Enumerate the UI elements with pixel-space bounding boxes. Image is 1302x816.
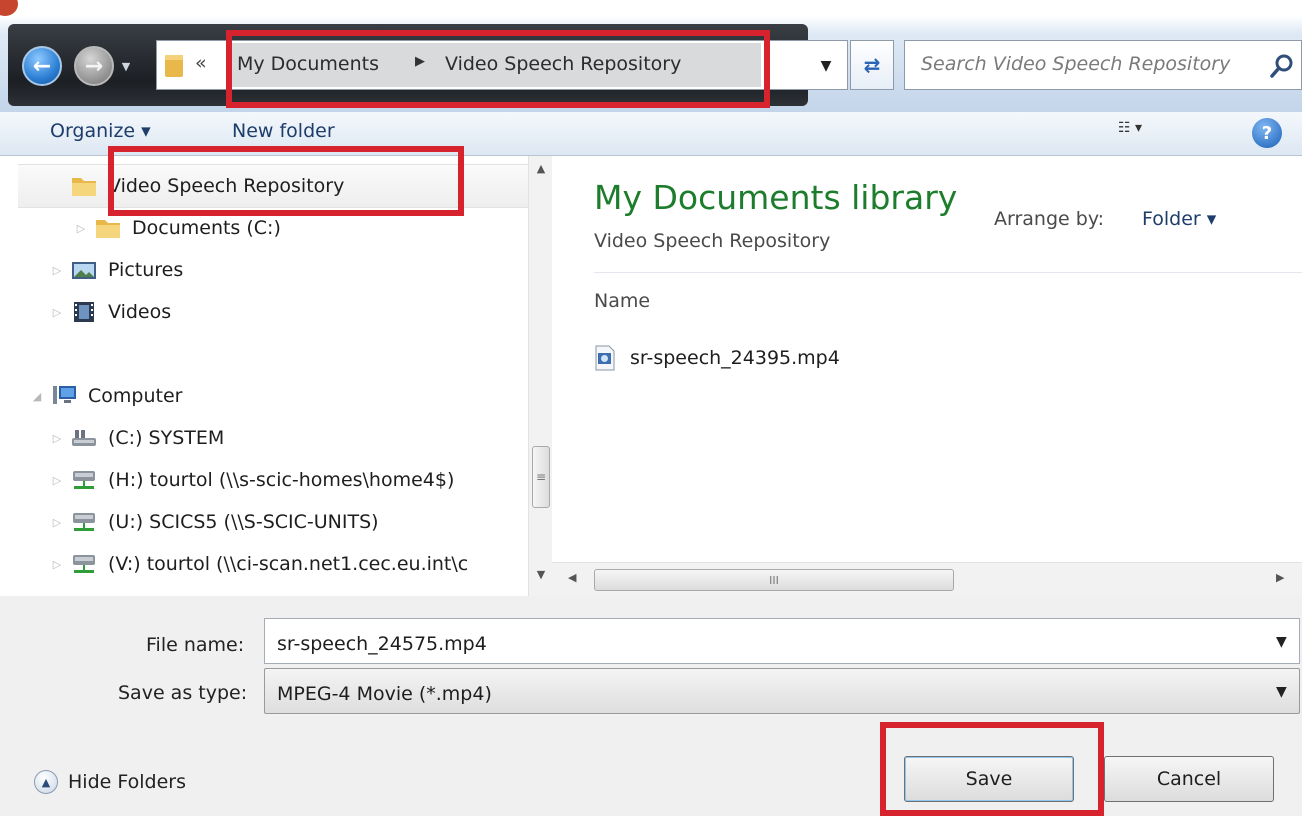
nav-item-label: Videos [108, 301, 172, 323]
nav-item-label: (V:) tourtol (\\ci-scan.net1.cec.eu.int\… [108, 553, 469, 575]
arrange-by-dropdown[interactable]: Folder ▾ [1142, 208, 1216, 230]
network-drive-icon [73, 471, 95, 489]
folder-icon [72, 178, 96, 196]
expander-icon[interactable]: ▷ [74, 222, 88, 235]
folder-icon [165, 55, 183, 77]
scroll-left-icon[interactable]: ◀ [568, 571, 576, 584]
forward-button[interactable]: → [74, 46, 114, 86]
save-as-type-select[interactable]: MPEG-4 Movie (*.mp4) [264, 668, 1300, 714]
computer-icon [53, 386, 76, 404]
chevron-down-icon[interactable]: ▼ [1276, 634, 1287, 650]
search-input[interactable]: Search Video Speech Repository [904, 40, 1302, 90]
expander-icon[interactable]: ▷ [50, 264, 64, 277]
column-header-name[interactable]: Name [594, 290, 650, 312]
recent-pages-dropdown[interactable]: ▼ [118, 58, 134, 74]
video-file-icon [595, 345, 615, 371]
breadcrumb-my-documents[interactable]: My Documents [237, 53, 379, 75]
chevron-down-icon[interactable]: ▼ [1276, 684, 1287, 700]
scrollbar-thumb[interactable]: III [594, 569, 954, 591]
new-folder-button[interactable]: New folder [232, 120, 335, 142]
scroll-up-icon[interactable]: ▲ [529, 162, 553, 182]
file-list-pane: My Documents library Video Speech Reposi… [552, 156, 1302, 562]
file-name: sr-speech_24395.mp4 [630, 347, 840, 369]
library-title: My Documents library [594, 178, 958, 217]
scroll-down-icon[interactable]: ▼ [529, 568, 553, 588]
forward-arrow-icon: → [84, 53, 104, 79]
nav-item-label: (U:) SCICS5 (\\S-SCIC-UNITS) [108, 511, 379, 533]
refresh-button[interactable]: ⇄ [850, 40, 894, 90]
scrollbar-thumb[interactable]: ≡ [532, 446, 550, 508]
save-button[interactable]: Save [904, 756, 1074, 802]
nav-item-label: Documents (C:) [132, 217, 281, 239]
nav-item-v-drive[interactable]: ▷ (V:) tourtol (\\ci-scan.net1.cec.eu.in… [50, 546, 468, 582]
address-dropdown-button[interactable]: ▼ [812, 54, 840, 78]
pictures-icon [72, 262, 96, 279]
refresh-icon: ⇄ [863, 53, 881, 77]
address-overflow-button[interactable]: « [195, 52, 207, 74]
arrange-by-label: Arrange by: [994, 208, 1105, 230]
expander-icon[interactable]: ◢ [30, 390, 44, 403]
network-drive-icon [73, 555, 95, 573]
help-button[interactable]: ? [1252, 118, 1282, 148]
hide-folders-label: Hide Folders [68, 771, 186, 793]
back-button[interactable]: ← [22, 46, 62, 86]
scroll-right-icon[interactable]: ▶ [1276, 571, 1284, 584]
file-name-label: File name: [146, 634, 245, 656]
file-name-field[interactable]: sr-speech_24575.mp4 [264, 618, 1300, 664]
hide-folders-button[interactable]: ▲ Hide Folders [34, 770, 186, 794]
nav-item-c-system[interactable]: ▷ (C:) SYSTEM [50, 420, 225, 456]
nav-item-videos[interactable]: ▷ Videos [50, 294, 171, 330]
nav-item-u-drive[interactable]: ▷ (U:) SCICS5 (\\S-SCIC-UNITS) [50, 504, 379, 540]
address-bar[interactable]: « My Documents ▶ Video Speech Repository [156, 40, 848, 90]
nav-item-h-drive[interactable]: ▷ (H:) tourtol (\\s-scic-homes\home4$) [50, 462, 455, 498]
drive-icon [72, 430, 96, 446]
breadcrumb-video-speech-repository[interactable]: Video Speech Repository [445, 53, 681, 75]
navigation-pane: Video Speech Repository ▷ Documents (C:)… [0, 156, 528, 596]
expander-icon[interactable]: ▷ [50, 432, 64, 445]
expander-icon[interactable]: ▷ [50, 474, 64, 487]
expander-icon[interactable]: ▷ [50, 516, 64, 529]
nav-item-pictures[interactable]: ▷ Pictures [50, 252, 183, 288]
cancel-button[interactable]: Cancel [1104, 756, 1274, 802]
nav-item-label: (H:) tourtol (\\s-scic-homes\home4$) [108, 469, 455, 491]
nav-item-label: Computer [88, 385, 183, 407]
nav-item-label: (C:) SYSTEM [108, 427, 225, 449]
search-placeholder: Search Video Speech Repository [921, 53, 1231, 75]
nav-scrollbar[interactable]: ▲ ≡ ▼ [528, 156, 552, 596]
organize-button[interactable]: Organize ▾ [50, 120, 151, 142]
save-as-type-label: Save as type: [118, 682, 248, 704]
horizontal-scrollbar[interactable]: ◀ III ▶ [552, 562, 1302, 596]
expander-icon[interactable]: ▷ [50, 558, 64, 571]
nav-item-label: Video Speech Repository [108, 175, 345, 197]
search-icon[interactable] [1267, 51, 1297, 81]
command-bar: Organize ▾ New folder ☷ ▾ ? [0, 112, 1302, 156]
folder-icon [96, 220, 120, 238]
nav-item-label: Pictures [108, 259, 184, 281]
breadcrumb-separator-icon[interactable]: ▶ [415, 54, 425, 69]
expander-icon[interactable]: ▷ [50, 306, 64, 319]
file-list-item[interactable]: sr-speech_24395.mp4 [594, 342, 840, 374]
change-view-button[interactable]: ☷ ▾ [1118, 120, 1188, 148]
nav-item-computer[interactable]: ◢ Computer [30, 378, 183, 414]
help-icon: ? [1261, 122, 1273, 144]
back-arrow-icon: ← [32, 53, 52, 79]
nav-item-video-speech-repository[interactable]: Video Speech Repository [50, 168, 344, 204]
videos-icon [74, 302, 94, 322]
save-form: File name: sr-speech_24575.mp4 ▼ Save as… [0, 596, 1302, 816]
nav-item-documents-c[interactable]: ▷ Documents (C:) [74, 210, 281, 246]
divider [594, 272, 1302, 273]
chevron-up-icon: ▲ [34, 770, 58, 794]
library-subtitle: Video Speech Repository [594, 230, 831, 252]
network-drive-icon [73, 513, 95, 531]
